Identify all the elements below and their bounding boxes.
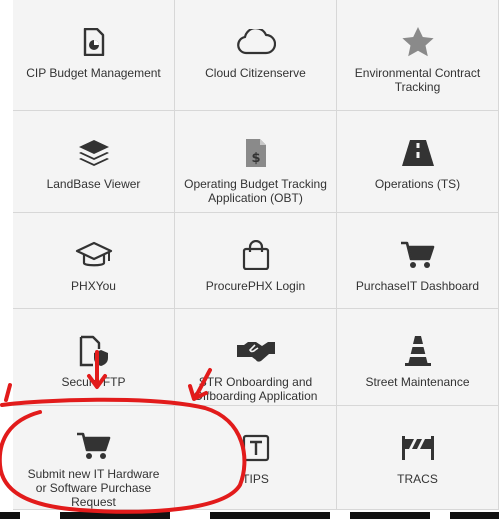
tile-label: Environmental Contract Tracking — [354, 66, 481, 94]
tile-str-onboarding[interactable]: STR Onboarding and Offboarding Applicati… — [175, 309, 337, 406]
traffic-cone-icon — [404, 333, 432, 369]
bottom-dash — [450, 512, 499, 519]
tile-operations-ts[interactable]: Operations (TS) — [337, 111, 499, 213]
tile-label: CIP Budget Management — [26, 66, 161, 80]
tile-street-maintenance[interactable]: Street Maintenance — [337, 309, 499, 406]
shopping-bag-icon — [242, 237, 270, 273]
bottom-dash — [350, 512, 430, 519]
app-tile-grid: CIP Budget Management Cloud Citizenserve… — [0, 0, 499, 519]
tile-landbase-viewer[interactable]: LandBase Viewer — [13, 111, 175, 213]
svg-text:$: $ — [251, 151, 260, 166]
tile-submit-it-purchase-request[interactable]: Submit new IT Hardware or Software Purch… — [13, 406, 175, 510]
tile-operating-budget-tracking[interactable]: $ Operating Budget Tracking Application … — [175, 111, 337, 213]
shopping-cart-icon — [400, 237, 436, 273]
tile-label: STR Onboarding and Offboarding Applicati… — [193, 375, 318, 403]
graduation-cap-icon — [75, 237, 113, 273]
bottom-dash — [210, 512, 330, 519]
document-chart-icon — [83, 24, 105, 60]
tile-label: Cloud Citizenserve — [205, 66, 306, 80]
shopping-cart-icon — [76, 430, 112, 461]
tile-tips[interactable]: TIPS — [175, 406, 337, 510]
tile-label: Operating Budget Tracking Application (O… — [184, 177, 327, 205]
document-dollar-icon: $ — [245, 135, 267, 171]
star-icon — [401, 24, 435, 60]
tile-label: PurchaseIT Dashboard — [355, 279, 480, 293]
tile-label: TIPS — [242, 472, 269, 486]
tile-tracs[interactable]: TRACS — [337, 406, 499, 510]
tile-purchaseit-dashboard[interactable]: PurchaseIT Dashboard — [337, 213, 499, 309]
tile-cip-budget-management[interactable]: CIP Budget Management — [13, 0, 175, 111]
tile-label: Secure FTP — [61, 375, 126, 389]
road-icon — [401, 135, 435, 171]
cloud-icon — [236, 24, 276, 60]
barrier-icon — [400, 430, 436, 466]
tile-label: PHXYou — [71, 279, 116, 293]
tile-procurephx-login[interactable]: ProcurePHX Login — [175, 213, 337, 309]
tile-label: TRACS — [397, 472, 438, 486]
tile-phxyou[interactable]: PHXYou — [13, 213, 175, 309]
bottom-dash — [60, 512, 170, 519]
tile-cloud-citizenserve[interactable]: Cloud Citizenserve — [175, 0, 337, 111]
tile-label: ProcurePHX Login — [205, 279, 306, 293]
layers-icon — [77, 135, 111, 171]
tile-environmental-contract-tracking[interactable]: Environmental Contract Tracking — [337, 0, 499, 111]
bottom-dash — [0, 512, 20, 519]
tile-label: Operations (TS) — [374, 177, 461, 191]
handshake-icon — [236, 333, 276, 369]
tile-label: LandBase Viewer — [46, 177, 141, 191]
tile-label: Submit new IT Hardware or Software Purch… — [27, 467, 160, 509]
document-shield-icon — [79, 333, 109, 369]
t-box-icon — [242, 430, 270, 466]
tile-secure-ftp[interactable]: Secure FTP — [13, 309, 175, 406]
tile-label: Street Maintenance — [365, 375, 470, 389]
